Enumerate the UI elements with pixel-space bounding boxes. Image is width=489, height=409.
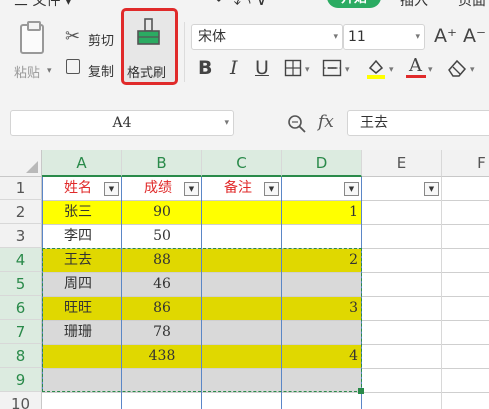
tab-start[interactable]: 开始 (327, 0, 381, 8)
corner-triangle-icon (26, 161, 38, 173)
clear-dropdown-caret[interactable]: ▾ (470, 65, 475, 75)
row-header-9[interactable]: 9 (0, 368, 42, 392)
gridline (42, 368, 489, 369)
row-header-7[interactable]: 7 (0, 320, 42, 344)
bold-button[interactable]: B (198, 57, 212, 79)
row-9-fill (42, 368, 362, 392)
cell-a7[interactable]: 珊珊 (42, 320, 122, 344)
copy-icon[interactable] (66, 59, 80, 74)
row-header-8[interactable]: 8 (0, 344, 42, 368)
row-header-6[interactable]: 6 (0, 296, 42, 320)
column-header-a[interactable]: A (42, 150, 122, 177)
font-name-value: 宋体 (198, 29, 226, 45)
formula-bar: A4 ▾ fx 王去 (0, 96, 489, 150)
format-painter-label: 格式刷 (127, 66, 167, 81)
font-color-swatch (406, 75, 426, 78)
cell-a6[interactable]: 旺旺 (42, 296, 122, 320)
column-header-c[interactable]: C (202, 150, 282, 177)
fill-color-dropdown-caret[interactable]: ▾ (389, 65, 394, 75)
zoom-search-icon[interactable] (287, 114, 307, 134)
gridline (42, 392, 489, 393)
name-box-value: A4 (112, 115, 132, 131)
row-header-4[interactable]: 4 (0, 248, 42, 272)
row-header-3[interactable]: 3 (0, 224, 42, 248)
cell-a3[interactable]: 李四 (42, 224, 122, 248)
increase-font-size-button[interactable]: A⁺ (434, 25, 457, 47)
select-all-corner[interactable] (0, 150, 42, 177)
paste-dropdown-caret[interactable]: ▾ (47, 66, 52, 76)
cell-b5[interactable]: 46 (122, 272, 202, 296)
cell-b3[interactable]: 50 (122, 224, 202, 248)
font-color-button[interactable]: A (406, 55, 426, 79)
borders-dropdown-caret[interactable]: ▾ (305, 65, 310, 75)
column-header-d[interactable]: D (282, 150, 362, 177)
undo-redo-icons[interactable]: ↶ ⤺ ∨ (215, 0, 267, 10)
copy-button[interactable]: 复制 (88, 61, 114, 80)
tab-page-layout[interactable]: 页面 (458, 0, 486, 10)
cell-b6[interactable]: 86 (122, 296, 202, 320)
column-header-f[interactable]: F (442, 150, 489, 177)
chevron-down-icon: ▾ (333, 32, 338, 42)
spreadsheet-grid[interactable]: A B C D E F 1 2 3 4 5 6 7 8 9 10 姓名 成绩 备… (0, 150, 489, 409)
row-header-2[interactable]: 2 (0, 200, 42, 224)
menu-file[interactable]: 三 文件 ▾ (14, 0, 72, 10)
cell-b2[interactable]: 90 (122, 200, 202, 224)
name-box[interactable]: A4 ▾ (10, 110, 234, 136)
paste-label[interactable]: 粘贴 (14, 62, 40, 81)
paintbrush-icon (137, 18, 160, 45)
ribbon-divider (184, 22, 185, 82)
filter-dropdown-icon[interactable]: ▼ (424, 182, 439, 196)
fill-handle[interactable] (358, 388, 364, 394)
borders-icon[interactable] (284, 59, 302, 77)
eraser-icon[interactable] (446, 58, 468, 78)
cell-a2[interactable]: 张三 (42, 200, 122, 224)
chevron-down-icon: ▾ (224, 118, 229, 128)
ribbon: 三 文件 ▾ ↶ ⤺ ∨ 开始 插入 页面 粘贴 ▾ ✂ 剪切 复制 格式刷 宋… (0, 0, 489, 96)
cell-d8[interactable]: 4 (282, 344, 362, 368)
cell-a5[interactable]: 周四 (42, 272, 122, 296)
font-color-letter: A (409, 55, 422, 76)
filter-dropdown-icon[interactable]: ▼ (264, 182, 279, 196)
font-size-value: 11 (348, 29, 366, 45)
cell-a4[interactable]: 王去 (42, 248, 122, 272)
tab-insert[interactable]: 插入 (400, 0, 428, 10)
cut-button[interactable]: 剪切 (88, 30, 114, 49)
font-color-dropdown-caret[interactable]: ▾ (428, 65, 433, 75)
paste-icon[interactable] (20, 21, 44, 54)
formula-input[interactable]: 王去 (347, 110, 489, 136)
scissors-icon[interactable]: ✂ (65, 26, 80, 47)
fill-color-icon[interactable] (365, 57, 387, 79)
decrease-font-size-button[interactable]: A⁻ (463, 25, 486, 47)
gridline (441, 177, 442, 409)
row-header-10[interactable]: 10 (0, 392, 42, 409)
filter-dropdown-icon[interactable]: ▼ (184, 182, 199, 196)
font-size-select[interactable]: 11 ▾ (343, 24, 425, 50)
cell-d2[interactable]: 1 (282, 200, 362, 224)
underline-button[interactable]: U (255, 57, 269, 79)
cell-d4[interactable]: 2 (282, 248, 362, 272)
italic-button[interactable]: I (230, 57, 238, 79)
cell-d6[interactable]: 3 (282, 296, 362, 320)
font-name-select[interactable]: 宋体 ▾ (191, 24, 343, 50)
merge-dropdown-caret[interactable]: ▾ (345, 65, 350, 75)
merge-cells-icon[interactable] (322, 59, 342, 77)
format-painter-button[interactable]: 格式刷 (121, 8, 178, 85)
filter-dropdown-icon[interactable]: ▼ (104, 182, 119, 196)
gridline (42, 344, 489, 345)
chevron-down-icon: ▾ (415, 32, 420, 42)
column-header-e[interactable]: E (362, 150, 442, 177)
column-header-b[interactable]: B (122, 150, 202, 177)
row-header-1[interactable]: 1 (0, 177, 42, 200)
filter-dropdown-icon[interactable]: ▼ (344, 182, 359, 196)
cell-b4[interactable]: 88 (122, 248, 202, 272)
fx-icon[interactable]: fx (318, 112, 334, 132)
cell-b7[interactable]: 78 (122, 320, 202, 344)
cell-b8[interactable]: 438 (122, 344, 202, 368)
row-header-5[interactable]: 5 (0, 272, 42, 296)
formula-value: 王去 (360, 115, 388, 131)
